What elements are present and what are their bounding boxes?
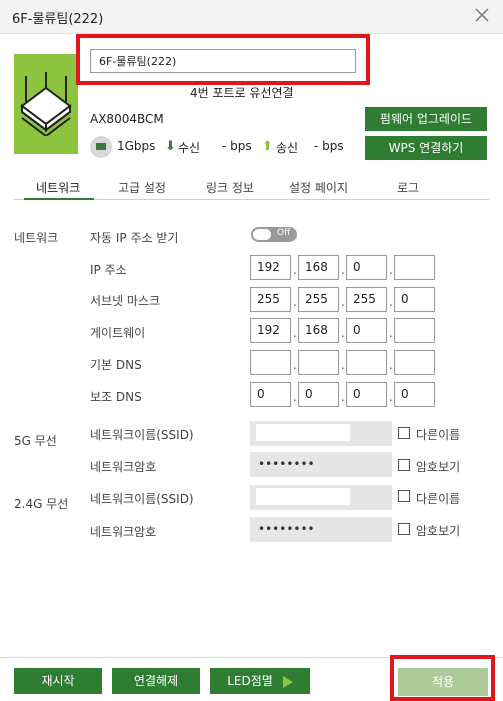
ip-octet-1[interactable]: 192 — [250, 255, 291, 280]
dns2-octet-1[interactable]: 0 — [250, 382, 291, 407]
password-24g-checkbox-label: 암호보기 — [416, 524, 461, 538]
ip-dot: . — [389, 295, 393, 309]
monitor-icon — [90, 136, 112, 158]
auto-ip-label: 자동 IP 주소 받기 — [90, 231, 179, 245]
speed-row: 1Gbps ⬇ 수신 - bps ⬆ 송신 - bps — [90, 136, 360, 158]
dns1-octet-3[interactable] — [346, 350, 387, 375]
gateway-label: 게이트웨이 — [90, 326, 146, 340]
password-5g-checkbox-label: 암호보기 — [416, 460, 461, 474]
ip-dot: . — [341, 326, 345, 340]
ip-dot: . — [341, 263, 345, 277]
wireless-5g-section-label: 5G 무선 — [14, 434, 57, 448]
ip-dot: . — [389, 358, 393, 372]
ip-dot: . — [293, 358, 297, 372]
connection-status: 4번 포트로 유선연결 — [190, 86, 294, 100]
ip-dot: . — [293, 295, 297, 309]
link-speed: 1Gbps — [117, 139, 156, 153]
arrow-down-icon: ⬇ — [165, 139, 176, 154]
led-blink-label: LED점멸 — [227, 674, 273, 688]
subnet-octet-3[interactable]: 255 — [346, 287, 387, 312]
wps-connect-button[interactable]: WPS 연결하기 — [365, 136, 487, 160]
title-bar: 6F-물류팀(222) — [0, 0, 503, 34]
ip-dot: . — [341, 295, 345, 309]
dns2-octet-3[interactable]: 0 — [346, 382, 387, 407]
model-name: AX8004BCM — [90, 112, 164, 126]
toggle-knob — [253, 229, 271, 240]
router-icon — [14, 54, 78, 154]
highlight-box-apply — [390, 655, 495, 701]
ssid-5g-redacted — [256, 424, 350, 441]
ip-dot: . — [293, 390, 297, 404]
dns2-label: 보조 DNS — [90, 390, 142, 404]
ip-dot: . — [293, 263, 297, 277]
tx-label: 송신 — [276, 141, 299, 155]
ip-dot: . — [293, 326, 297, 340]
gateway-octet-2[interactable]: 168 — [298, 318, 339, 343]
password-5g-field[interactable]: •••••••• — [250, 452, 392, 477]
ssid-24g-checkbox[interactable] — [398, 490, 410, 502]
ssid-24g-redacted — [256, 488, 350, 505]
device-header: 4번 포트로 유선연결 AX8004BCM 1Gbps ⬇ 수신 - bps ⬆… — [0, 34, 503, 164]
play-icon — [282, 675, 293, 688]
password-24g-label: 네트워크암호 — [90, 525, 157, 539]
tab-network[interactable]: 네트워크 — [36, 179, 80, 196]
ip-dot: . — [389, 263, 393, 277]
password-5g-label: 네트워크암호 — [90, 460, 157, 474]
dns1-label: 기본 DNS — [90, 358, 142, 372]
tab-settings-page[interactable]: 설정 페이지 — [289, 179, 348, 196]
close-icon[interactable] — [473, 6, 491, 24]
ip-dot: . — [389, 326, 393, 340]
subnet-octet-1[interactable]: 255 — [250, 287, 291, 312]
ip-dot: . — [341, 390, 345, 404]
window-title: 6F-물류팀(222) — [12, 12, 104, 27]
ip-octet-2[interactable]: 168 — [298, 255, 339, 280]
gateway-octet-4[interactable] — [394, 318, 435, 343]
ssid-5g-checkbox[interactable] — [398, 427, 410, 439]
ssid-24g-label: 네트워크이름(SSID) — [90, 492, 194, 506]
disconnect-button[interactable]: 연결해제 — [112, 668, 200, 694]
ip-dot: . — [341, 358, 345, 372]
gateway-octet-1[interactable]: 192 — [250, 318, 291, 343]
rx-value: - bps — [222, 139, 252, 153]
dns1-octet-1[interactable] — [250, 350, 291, 375]
dns2-octet-2[interactable]: 0 — [298, 382, 339, 407]
ssid-5g-checkbox-label: 다른이름 — [416, 428, 461, 442]
ip-label: IP 주소 — [90, 263, 127, 277]
ssid-5g-label: 네트워크이름(SSID) — [90, 428, 194, 442]
subnet-octet-4[interactable]: 0 — [394, 287, 435, 312]
network-section-label: 네트워크 — [14, 231, 59, 245]
ip-octet-3[interactable]: 0 — [346, 255, 387, 280]
tab-bar: 네트워크 고급 설정 링크 정보 설정 페이지 로그 — [14, 172, 489, 200]
gateway-octet-3[interactable]: 0 — [346, 318, 387, 343]
restart-button[interactable]: 재시작 — [14, 668, 102, 694]
tab-link-info[interactable]: 링크 정보 — [206, 179, 254, 196]
dns1-octet-4[interactable] — [394, 350, 435, 375]
rx-label: 수신 — [178, 141, 201, 155]
dns2-octet-4[interactable]: 0 — [394, 382, 435, 407]
tab-log[interactable]: 로그 — [397, 179, 419, 196]
password-24g-field[interactable]: •••••••• — [250, 517, 392, 542]
active-tab-indicator — [24, 198, 94, 200]
toggle-state: Off — [277, 228, 291, 238]
ip-dot: . — [389, 390, 393, 404]
firmware-upgrade-button[interactable]: 펌웨어 업그레이드 — [365, 107, 487, 131]
tx-value: - bps — [314, 139, 344, 153]
ssid-24g-checkbox-label: 다른이름 — [416, 492, 461, 506]
subnet-octet-2[interactable]: 255 — [298, 287, 339, 312]
ip-octet-4[interactable] — [394, 255, 435, 280]
password-24g-checkbox[interactable] — [398, 523, 410, 535]
arrow-up-icon: ⬆ — [262, 139, 273, 154]
tab-advanced[interactable]: 고급 설정 — [118, 179, 166, 196]
subnet-label: 서브넷 마스크 — [90, 294, 161, 308]
led-blink-button[interactable]: LED점멸 — [210, 668, 310, 694]
dns1-octet-2[interactable] — [298, 350, 339, 375]
auto-ip-toggle[interactable]: Off — [251, 227, 297, 242]
highlight-box-name — [76, 34, 370, 85]
wireless-24g-section-label: 2.4G 무선 — [14, 497, 69, 511]
password-5g-checkbox[interactable] — [398, 459, 410, 471]
